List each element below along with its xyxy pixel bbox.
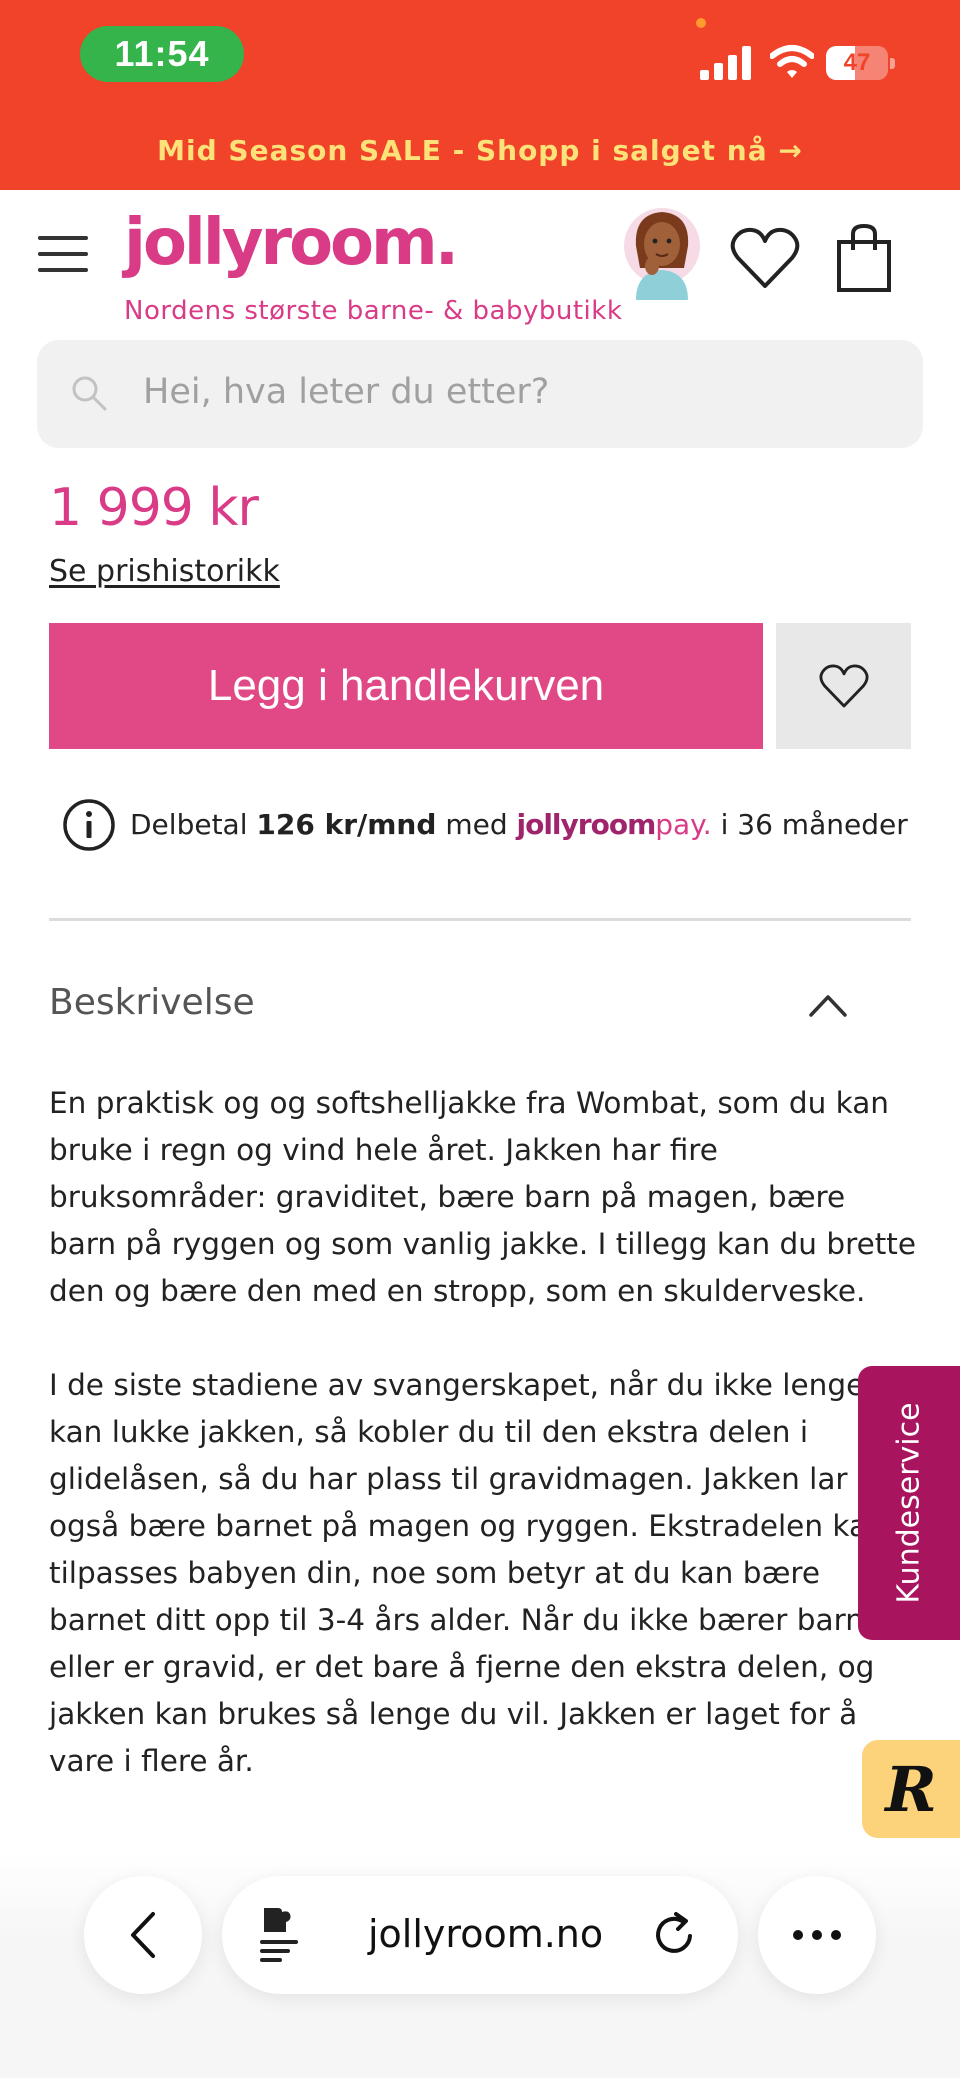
- address-bar[interactable]: jollyroom.no: [222, 1876, 738, 1994]
- installment-prefix: Delbetal: [130, 808, 248, 841]
- cellular-signal-icon: [700, 46, 751, 80]
- description-heading[interactable]: Beskrivelse: [49, 982, 255, 1023]
- add-to-wishlist-button[interactable]: [776, 623, 911, 749]
- recording-indicator-dot: [696, 18, 706, 28]
- chevron-up-icon[interactable]: [808, 992, 848, 1018]
- more-dot: [831, 1930, 841, 1940]
- jollyroompay-logo: jollyroompay.: [517, 808, 712, 841]
- jollyroompay-main: jollyroom: [516, 808, 657, 841]
- heart-icon: [818, 664, 869, 708]
- back-button[interactable]: [84, 1876, 202, 1994]
- wifi-icon: [770, 45, 814, 78]
- more-dot: [793, 1930, 803, 1940]
- more-dot: [812, 1930, 822, 1940]
- battery-body: 47: [826, 46, 888, 80]
- chevron-left-icon: [131, 1912, 155, 1958]
- installment-info: Delbetal 126 kr/mnd med jollyroompay. i …: [130, 808, 908, 841]
- installment-suffix: i 36 måneder: [720, 808, 908, 841]
- page-settings-icon: [260, 1908, 298, 1962]
- description-paragraph: En praktisk og og softshelljakke fra Wom…: [49, 1086, 916, 1308]
- reload-icon[interactable]: [652, 1912, 698, 1958]
- shopping-bag-icon[interactable]: [836, 224, 892, 292]
- installment-middle: med: [445, 808, 508, 841]
- site-tagline: Nordens største barne- & babybutikk: [124, 296, 623, 326]
- description-paragraph: I de siste stadiene av svangerskapet, nå…: [49, 1368, 913, 1778]
- installment-amount: 126 kr/mnd: [256, 808, 437, 841]
- search-placeholder: Hei, hva leter du etter?: [143, 372, 550, 412]
- heart-icon[interactable]: [730, 226, 800, 290]
- add-to-cart-button[interactable]: Legg i handlekurven: [49, 623, 763, 749]
- promo-banner-link[interactable]: Mid Season SALE - Shopp i salget nå →: [0, 134, 960, 167]
- customer-service-tab[interactable]: Kundeservice: [858, 1366, 960, 1640]
- site-logo[interactable]: jollyroom.: [124, 206, 459, 280]
- battery-level: 47: [843, 49, 871, 76]
- reviews-badge-letter: R: [885, 1752, 937, 1826]
- reviews-badge[interactable]: R: [862, 1740, 960, 1838]
- section-divider: [49, 918, 911, 921]
- status-time: 11:54: [80, 26, 244, 82]
- search-icon: [72, 376, 107, 411]
- battery-indicator: 47: [826, 46, 896, 80]
- jollyroompay-suffix: pay.: [655, 808, 712, 841]
- info-icon[interactable]: [62, 798, 116, 852]
- menu-icon[interactable]: [38, 236, 88, 272]
- more-options-button[interactable]: [758, 1876, 876, 1994]
- avatar[interactable]: [622, 206, 702, 300]
- customer-service-label: Kundeservice: [891, 1402, 927, 1604]
- battery-nub: [890, 58, 895, 69]
- product-price: 1 999 kr: [49, 478, 259, 538]
- url-text: jollyroom.no: [368, 1912, 604, 1956]
- price-history-link[interactable]: Se prishistorikk: [49, 554, 280, 589]
